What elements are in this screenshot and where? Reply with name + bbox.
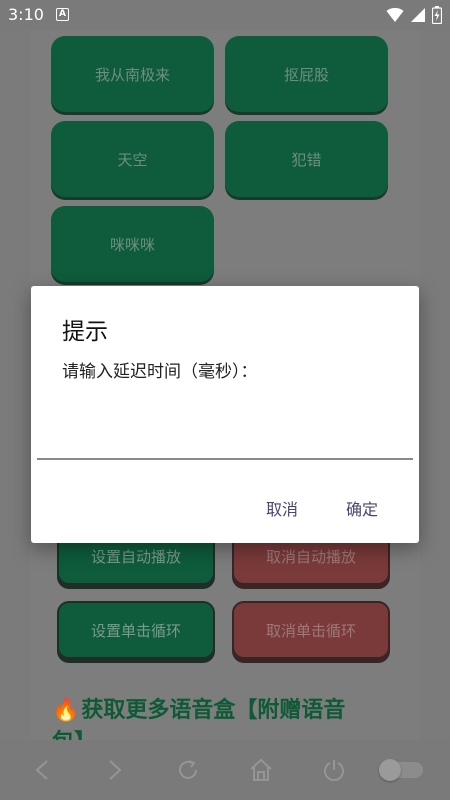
toggle-switch[interactable] — [379, 759, 423, 781]
sound-button-mistake[interactable]: 犯错 — [225, 121, 388, 197]
more-voice-boxes-title: 获取更多语音盒【附赠语音 — [81, 698, 346, 723]
sound-button-meow[interactable]: 咪咪咪 — [51, 206, 214, 282]
cancel-button[interactable]: 取消 — [266, 496, 298, 520]
toggle-knob — [379, 759, 401, 781]
confirm-button[interactable]: 确定 — [346, 496, 378, 520]
refresh-icon[interactable] — [173, 755, 203, 785]
power-icon[interactable] — [319, 755, 349, 785]
sound-button-sky[interactable]: 天空 — [51, 121, 214, 197]
notification-badge: A — [56, 8, 69, 21]
battery-charging-icon — [432, 6, 442, 24]
fire-icon: 🔥 — [52, 698, 80, 723]
status-time: 3:10 — [8, 5, 44, 24]
wifi-icon — [386, 7, 404, 22]
dialog-title: 提示 — [62, 319, 108, 345]
more-voice-boxes-title-line2: 包】 — [52, 728, 132, 740]
forward-icon[interactable] — [100, 755, 130, 785]
sound-button-pick-butt[interactable]: 抠屁股 — [225, 36, 388, 112]
home-icon[interactable] — [246, 755, 276, 785]
delay-input-dialog: 提示 请输入延迟时间（毫秒）： 取消 确定 — [31, 286, 419, 543]
sound-button-from-antarctica[interactable]: 我从南极来 — [51, 36, 214, 112]
more-voice-boxes-link[interactable]: 🔥获取更多语音盒【附赠语音 — [52, 696, 412, 726]
cancel-single-loop-button[interactable]: 取消单击循环 — [232, 601, 390, 659]
bottom-navigation — [0, 740, 450, 800]
status-bar: 3:10 A — [0, 0, 450, 30]
cellular-icon — [411, 8, 425, 22]
dialog-message: 请输入延迟时间（毫秒）： — [62, 362, 258, 382]
status-icons — [386, 6, 442, 24]
delay-input[interactable] — [37, 418, 413, 460]
set-single-loop-button[interactable]: 设置单击循环 — [57, 601, 215, 659]
back-icon[interactable] — [27, 755, 57, 785]
